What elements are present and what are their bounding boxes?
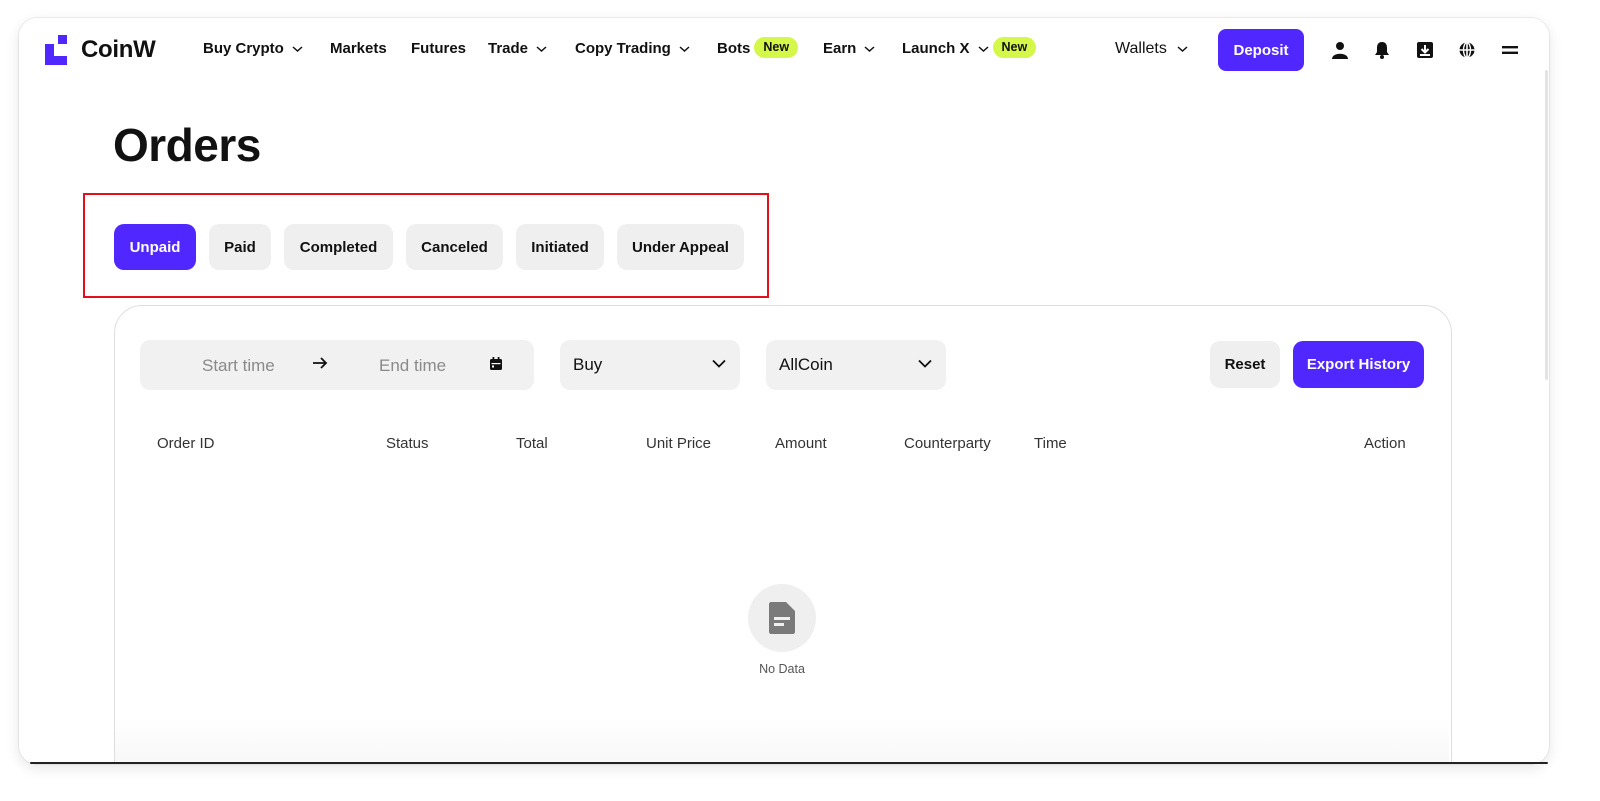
column-header-time: Time bbox=[1034, 435, 1067, 452]
date-range-picker[interactable]: Start time End time bbox=[140, 340, 534, 390]
new-badge: New bbox=[992, 37, 1037, 58]
download-icon[interactable] bbox=[1414, 39, 1436, 61]
column-header-action: Action bbox=[1364, 435, 1406, 452]
nav-label: Trade bbox=[488, 40, 529, 57]
nav-earn[interactable]: Earn bbox=[823, 40, 875, 57]
chevron-down-icon bbox=[1177, 46, 1188, 53]
tab-initiated[interactable]: Initiated bbox=[516, 224, 604, 270]
logo[interactable]: CoinW bbox=[45, 35, 156, 65]
nav-markets[interactable]: Markets bbox=[330, 40, 387, 57]
new-badge: New bbox=[754, 37, 799, 58]
nav-label: Launch X bbox=[902, 40, 970, 58]
column-header-status: Status bbox=[386, 435, 429, 452]
chevron-down-icon bbox=[712, 359, 726, 368]
user-icon[interactable] bbox=[1329, 39, 1351, 61]
reset-button[interactable]: Reset bbox=[1210, 341, 1280, 388]
top-navbar: CoinW Buy Crypto Markets Futures Trade C… bbox=[19, 18, 1549, 82]
column-header-total: Total bbox=[516, 435, 548, 452]
start-time-input[interactable]: Start time bbox=[202, 356, 275, 376]
tab-paid[interactable]: Paid bbox=[209, 224, 271, 270]
end-time-input[interactable]: End time bbox=[379, 356, 446, 376]
chevron-down-icon bbox=[292, 45, 303, 52]
column-header-counterparty: Counterparty bbox=[904, 435, 991, 452]
column-header-unit-price: Unit Price bbox=[646, 435, 712, 452]
export-history-button[interactable]: Export History bbox=[1293, 341, 1424, 388]
globe-icon[interactable] bbox=[1456, 39, 1478, 61]
nav-futures[interactable]: Futures bbox=[411, 40, 466, 57]
deposit-button[interactable]: Deposit bbox=[1218, 29, 1304, 71]
chevron-down-icon bbox=[918, 359, 932, 368]
scrollbar[interactable] bbox=[1545, 70, 1548, 380]
empty-state-icon bbox=[748, 584, 816, 652]
brand-name: CoinW bbox=[81, 36, 156, 63]
nav-copy-trading[interactable]: Copy Trading bbox=[575, 40, 690, 57]
chevron-down-icon bbox=[978, 46, 989, 52]
nav-buy-crypto[interactable]: Buy Crypto bbox=[203, 40, 303, 57]
page-title: Orders bbox=[113, 119, 261, 171]
chevron-down-icon bbox=[536, 45, 547, 52]
wallets-label: Wallets bbox=[1115, 40, 1167, 57]
bell-icon[interactable] bbox=[1371, 39, 1393, 61]
nav-label: Copy Trading bbox=[575, 40, 671, 57]
tab-unpaid[interactable]: Unpaid bbox=[114, 224, 196, 270]
arrow-right-icon bbox=[312, 356, 328, 375]
nav-label: Futures bbox=[411, 40, 467, 57]
chevron-down-icon bbox=[864, 45, 875, 52]
menu-icon[interactable] bbox=[1499, 39, 1521, 61]
window-bottom-edge bbox=[30, 762, 1548, 764]
tab-under-appeal[interactable]: Under Appeal bbox=[617, 224, 744, 270]
calendar-icon[interactable] bbox=[489, 357, 503, 376]
empty-state-text: No Data bbox=[759, 662, 805, 676]
nav-launch-x[interactable]: Launch X New bbox=[902, 37, 1037, 58]
coin-select-value: AllCoin bbox=[779, 355, 833, 374]
browser-window: CoinW Buy Crypto Markets Futures Trade C… bbox=[19, 18, 1549, 764]
tab-completed[interactable]: Completed bbox=[284, 224, 393, 270]
coinw-logo-icon bbox=[45, 35, 71, 65]
side-select-value: Buy bbox=[573, 355, 603, 374]
coin-select[interactable]: AllCoin bbox=[766, 340, 946, 390]
nav-label: Earn bbox=[823, 40, 857, 57]
nav-label: Buy Crypto bbox=[203, 40, 284, 57]
chevron-down-icon bbox=[679, 45, 690, 52]
nav-trade[interactable]: Trade bbox=[488, 40, 547, 57]
bottom-fade bbox=[115, 718, 1449, 764]
nav-label: Bots bbox=[717, 40, 751, 58]
nav-label: Markets bbox=[330, 40, 387, 57]
column-header-order-id: Order ID bbox=[157, 435, 215, 452]
tab-canceled[interactable]: Canceled bbox=[406, 224, 503, 270]
column-header-amount: Amount bbox=[775, 435, 827, 452]
wallets-menu[interactable]: Wallets bbox=[1115, 40, 1188, 58]
nav-bots[interactable]: Bots New bbox=[717, 37, 799, 58]
side-select[interactable]: Buy bbox=[560, 340, 740, 390]
